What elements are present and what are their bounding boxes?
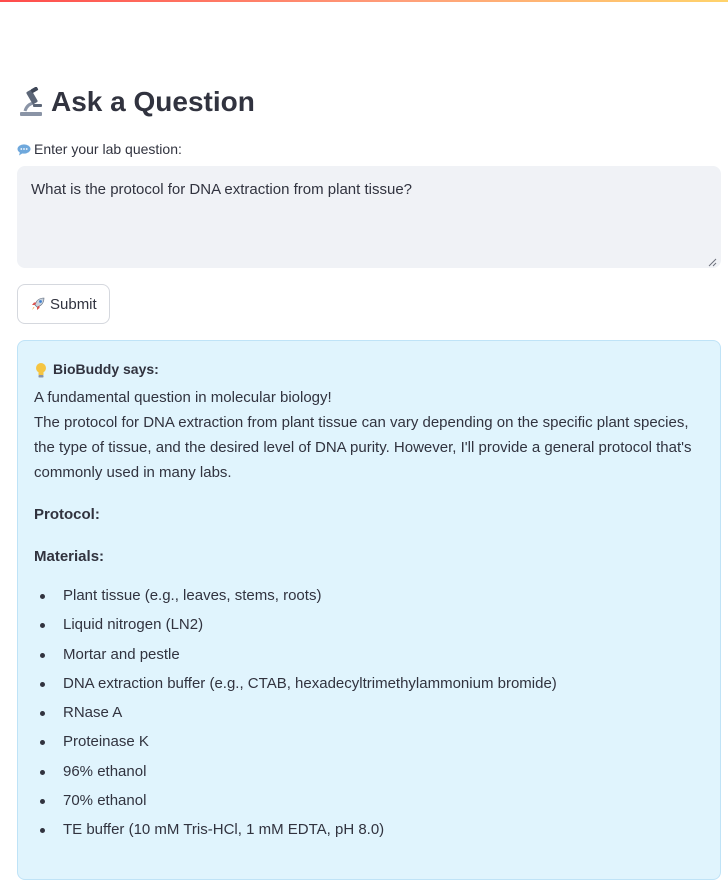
header-decoration <box>0 0 728 2</box>
list-item: 96% ethanol <box>34 762 704 791</box>
page-title: Ask a Question <box>17 86 255 118</box>
list-item: RNase A <box>34 703 704 732</box>
speech-bubble-icon <box>17 143 31 156</box>
response-header: BioBuddy says: <box>34 359 704 379</box>
response-panel: BioBuddy says: A fundamental question in… <box>17 340 721 880</box>
protocol-heading: Protocol: <box>34 506 100 523</box>
list-item: Plant tissue (e.g., leaves, stems, roots… <box>34 586 704 615</box>
submit-button-label: Submit <box>50 295 97 313</box>
list-item: 70% ethanol <box>34 791 704 820</box>
list-item: Mortar and pestle <box>34 645 704 674</box>
list-item: Proteinase K <box>34 732 704 761</box>
response-body: The protocol for DNA extraction from pla… <box>34 414 692 481</box>
list-item: TE buffer (10 mM Tris-HCl, 1 mM EDTA, pH… <box>34 820 704 849</box>
list-item: Liquid nitrogen (LN2) <box>34 615 704 644</box>
question-input-value: What is the protocol for DNA extraction … <box>31 181 412 198</box>
submit-button[interactable]: Submit <box>17 284 110 324</box>
list-item: DNA extraction buffer (e.g., CTAB, hexad… <box>34 674 704 703</box>
resize-handle-icon[interactable] <box>707 254 717 267</box>
rocket-icon <box>30 296 46 312</box>
question-input[interactable]: What is the protocol for DNA extraction … <box>17 166 721 268</box>
lightbulb-icon <box>34 361 48 378</box>
response-speaker: BioBuddy says: <box>53 360 159 377</box>
materials-heading: Materials: <box>34 548 105 565</box>
question-label: Enter your lab question: <box>17 141 182 157</box>
microscope-icon <box>17 86 45 117</box>
materials-list: Plant tissue (e.g., leaves, stems, roots… <box>34 586 704 850</box>
question-label-text: Enter your lab question: <box>34 141 182 157</box>
response-intro: A fundamental question in molecular biol… <box>34 389 332 406</box>
page-title-text: Ask a Question <box>51 86 255 117</box>
